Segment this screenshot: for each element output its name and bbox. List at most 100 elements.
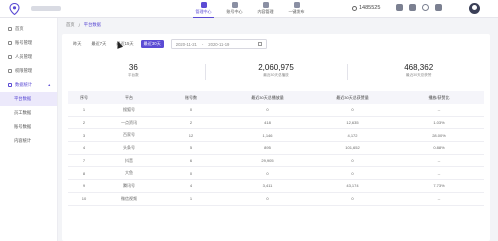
sidebar-item-label: 数据统计: [15, 82, 33, 87]
cell-likes: 0: [351, 158, 354, 164]
table-row: 7 抖音 6 29,905 0 --: [68, 155, 484, 168]
cell-likes: 0: [351, 170, 354, 176]
nav-one-click-publish[interactable]: 一键发布: [281, 0, 312, 18]
sidebar-subitem-label: 员工数据: [14, 110, 32, 115]
cell-likes: 101,652: [345, 145, 360, 151]
breadcrumb: 首页 / 平台数据: [58, 18, 498, 32]
stat-label: 最近30天总获赞: [405, 73, 432, 77]
publish-icon: [293, 2, 300, 8]
cell-accounts: 4: [189, 183, 193, 189]
cell-ratio: --: [437, 196, 441, 202]
sidebar-item-accounts[interactable]: 账号管理: [0, 36, 57, 50]
stat-platform-count: 36 平台数: [62, 61, 205, 85]
column-header: 最近30天总播放量: [251, 94, 284, 100]
filter-last-7-days[interactable]: 最近7天: [88, 40, 109, 48]
cell-ratio: 1.03%: [433, 120, 445, 126]
sidebar-item-people[interactable]: 人员管理: [0, 50, 57, 64]
table-row: 1 搜狐号 0 0 0 --: [68, 104, 484, 117]
cell-ratio: 0.88%: [433, 145, 445, 151]
cell-platform: 抖音: [125, 157, 133, 163]
coin-balance[interactable]: 1485525: [352, 5, 380, 11]
stat-label: 最近30天总播放: [263, 73, 289, 77]
breadcrumb-home[interactable]: 首页: [66, 22, 75, 28]
date-range-picker[interactable]: 2020-11-21 - 2020-11-19: [170, 39, 267, 49]
date-end: 2020-11-19: [208, 41, 230, 47]
main-panel: 昨天 最近7天 最近15天 最近30天 2020-11-21 - 2020-11…: [62, 34, 490, 241]
cell-platform: 大鱼: [125, 170, 133, 176]
coin-value: 1485525: [359, 5, 381, 11]
cell-likes: 0: [351, 107, 354, 113]
date-start: 2020-11-21: [175, 41, 197, 47]
cell-accounts: 0: [189, 107, 193, 113]
chevron-up-icon: ▲: [47, 83, 51, 87]
column-header: 平台: [125, 94, 133, 100]
cell-index: 7: [82, 158, 86, 164]
stat-label: 平台数: [127, 73, 139, 77]
sidebar-subitem-platform-data[interactable]: 平台数据: [0, 92, 57, 106]
sidebar-item-label: 首页: [15, 26, 24, 31]
help-icon[interactable]: [422, 4, 429, 11]
cell-index: 4: [82, 145, 86, 151]
top-bar: 管理中心 账号中心 内容管理 一键发布 1485525: [0, 0, 498, 18]
table-row: 10 微信视频 1 0 0 --: [68, 193, 484, 206]
stat-value: 36: [128, 63, 138, 72]
nav-label: 内容管理: [257, 9, 274, 14]
coin-icon: [352, 5, 357, 11]
sidebar-subitem-label: 内容统计: [14, 138, 32, 143]
tool-icon[interactable]: [396, 4, 403, 11]
cell-index: 3: [82, 132, 86, 138]
top-nav: 管理中心 账号中心 内容管理 一键发布: [188, 0, 312, 18]
cell-likes: 0: [351, 196, 354, 202]
cell-index: 8: [82, 170, 86, 176]
nav-content-management[interactable]: 内容管理: [250, 0, 281, 18]
summary-stats: 36 平台数 2,060,975 最近30天总播放 468,362 最近30天总…: [62, 61, 490, 85]
sidebar-item-permissions[interactable]: 权限管理: [0, 64, 57, 78]
cell-ratio: 7.73%: [433, 183, 445, 189]
table-row: 3 百家号 12 1,146 4,172 28.00%: [68, 129, 484, 143]
sidebar-subitem-staff-data[interactable]: 员工数据: [0, 106, 57, 120]
cell-index: 9: [82, 183, 86, 189]
cell-index: 2: [82, 120, 86, 126]
sidebar-group-statistics[interactable]: 数据统计 ▲: [0, 78, 57, 92]
cell-likes: 12,635: [346, 120, 359, 126]
avatar[interactable]: [469, 3, 480, 14]
cell-accounts: 6: [189, 158, 193, 164]
sidebar-subitem-content-stats[interactable]: 内容统计: [0, 134, 57, 148]
sidebar-subitem-account-data[interactable]: 账号数据: [0, 120, 57, 134]
admin-center-icon: [200, 2, 207, 8]
sidebar-item-home[interactable]: 首页: [0, 22, 57, 36]
stat-value: 468,362: [404, 63, 434, 72]
cell-plays: 29,905: [261, 158, 274, 164]
top-tools: [396, 4, 442, 11]
nav-account-center[interactable]: 账号中心: [219, 0, 250, 18]
column-header: 播放/获赞比: [428, 94, 450, 100]
message-icon[interactable]: [409, 4, 416, 11]
cell-index: 10: [81, 196, 87, 202]
sidebar-item-label: 权限管理: [15, 68, 33, 73]
stat-total-plays: 2,060,975 最近30天总播放: [204, 61, 348, 85]
chart-icon: [8, 83, 12, 87]
cell-plays: 0: [266, 196, 269, 202]
filter-last-30-days[interactable]: 最近30天: [140, 40, 164, 48]
logo-icon[interactable]: [9, 3, 20, 15]
cell-accounts: 12: [188, 132, 194, 138]
filter-yesterday[interactable]: 昨天: [70, 40, 84, 48]
home-icon: [8, 27, 12, 31]
cell-plays: 895: [264, 145, 271, 151]
cell-plays: 0: [266, 107, 269, 113]
nav-admin-center[interactable]: 管理中心: [188, 0, 219, 18]
cell-accounts: 5: [189, 145, 193, 151]
table-row: 9 腾讯号 4 3,411 43,174 7.73%: [68, 180, 484, 193]
date-separator: -: [201, 41, 204, 47]
cell-likes: 4,172: [347, 132, 358, 138]
cell-ratio: --: [437, 170, 441, 176]
notification-icon[interactable]: [435, 4, 442, 11]
breadcrumb-separator: /: [78, 22, 80, 28]
column-header: 序号: [80, 94, 88, 100]
account-center-icon: [231, 2, 238, 8]
cell-plays: 0: [266, 170, 269, 176]
breadcrumb-current: 平台数据: [83, 22, 101, 27]
nav-label: 账号中心: [226, 9, 243, 14]
cell-ratio: 28.00%: [432, 132, 446, 138]
table-row: 8 大鱼 0 0 0 --: [68, 167, 484, 181]
